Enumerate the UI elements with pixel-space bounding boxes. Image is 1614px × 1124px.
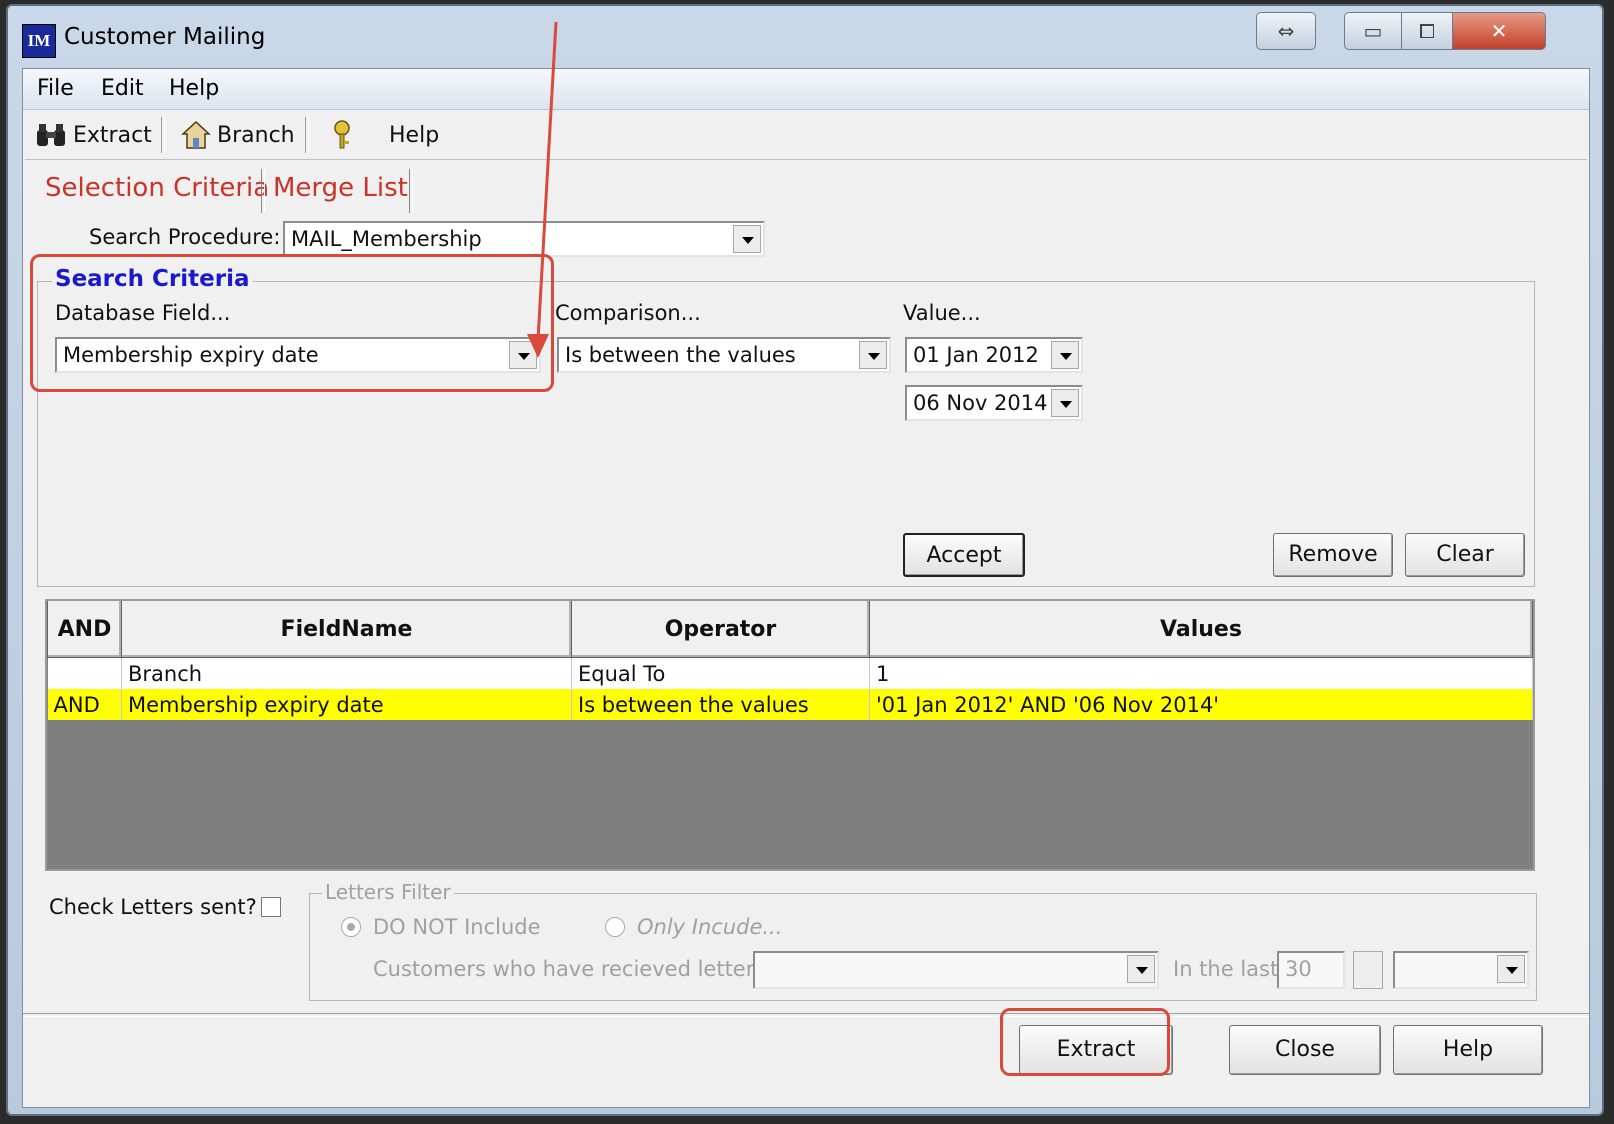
toolbar-separator: [305, 117, 309, 153]
value-to-date: 06 Nov 2014: [913, 391, 1048, 415]
check-letters-checkbox[interactable]: [261, 897, 281, 917]
help-key-icon: [334, 120, 350, 149]
grid-cell-and: AND: [47, 689, 122, 720]
period-unit-dropdown[interactable]: [1393, 951, 1529, 989]
house-icon: [181, 120, 211, 149]
check-letters-label: Check Letters sent?: [49, 895, 257, 919]
maximize-icon: ⧠: [1419, 19, 1435, 43]
value-label: Value...: [903, 301, 981, 325]
toolbar-help-icon-button[interactable]: [329, 119, 355, 151]
toolbar-extract-button[interactable]: Extract: [35, 119, 152, 151]
do-not-include-label: DO NOT Include: [373, 915, 541, 939]
menu-help[interactable]: Help: [169, 76, 219, 101]
table-row-selected[interactable]: AND Membership expiry date Is between th…: [47, 689, 1533, 720]
chevron-down-icon[interactable]: [1051, 341, 1079, 369]
toolbar-help-button[interactable]: Help: [389, 119, 439, 151]
menu-edit[interactable]: Edit: [101, 76, 144, 101]
tab-separator: [409, 169, 413, 213]
comparison-value: Is between the values: [565, 343, 796, 367]
help-button-label: Help: [1442, 1037, 1494, 1062]
only-include-label: Only Incude...: [637, 915, 783, 939]
client-area: File Edit Help Extract Branch Help Selec…: [22, 68, 1590, 1108]
toolbar-separator: [161, 117, 165, 153]
in-the-last-label: In the last: [1173, 957, 1279, 981]
toolbar-branch-button[interactable]: Branch: [181, 119, 295, 151]
value-from-date-picker[interactable]: 01 Jan 2012: [905, 337, 1083, 373]
clear-button-label: Clear: [1436, 542, 1494, 567]
received-letter-label: Customers who have recieved letter...: [373, 957, 773, 981]
table-row[interactable]: Branch Equal To 1: [47, 657, 1533, 689]
grid-cell-operator: Is between the values: [571, 689, 870, 720]
chevron-down-icon[interactable]: [1051, 389, 1079, 417]
do-not-include-radio[interactable]: [341, 917, 361, 937]
menu-bar: File Edit Help: [23, 69, 1589, 110]
close-window-button[interactable]: ✕: [1452, 12, 1546, 50]
grid-cell-fieldname: Branch: [121, 657, 572, 689]
remove-button[interactable]: Remove: [1273, 533, 1393, 577]
menu-file[interactable]: File: [37, 76, 74, 101]
grid-cell-fieldname: Membership expiry date: [121, 689, 572, 720]
window-title: Customer Mailing: [64, 24, 266, 50]
letters-filter-title: Letters Filter: [322, 880, 454, 904]
tab-merge-list[interactable]: Merge List: [273, 173, 408, 203]
received-letter-dropdown[interactable]: [753, 951, 1159, 989]
chevron-down-icon[interactable]: [733, 225, 761, 253]
minimize-button[interactable]: ▭: [1344, 12, 1402, 50]
grid-cell-values: 1: [869, 657, 1533, 689]
chevron-down-icon[interactable]: [1127, 955, 1155, 983]
grid-cell-values: '01 Jan 2012' AND '06 Nov 2014': [869, 689, 1533, 720]
maximize-button[interactable]: ⧠: [1401, 12, 1453, 50]
close-icon: ✕: [1490, 19, 1508, 43]
clear-button[interactable]: Clear: [1405, 533, 1525, 577]
comparison-label: Comparison...: [555, 301, 701, 325]
grid-cell-and: [47, 657, 122, 689]
grid-header-operator[interactable]: Operator: [571, 601, 870, 658]
restore-arrows-button[interactable]: ⇔: [1256, 12, 1316, 50]
double-arrow-icon: ⇔: [1277, 19, 1295, 43]
value-from-date: 01 Jan 2012: [913, 343, 1039, 367]
grid-cell-operator: Equal To: [571, 657, 870, 689]
in-the-last-input[interactable]: 30: [1277, 951, 1345, 989]
customer-mailing-window: IM Customer Mailing ⇔ ▭ ⧠ ✕ File Edit He…: [6, 4, 1604, 1116]
toolbar: Extract Branch Help: [25, 111, 1587, 160]
grid-header-and[interactable]: AND: [47, 601, 122, 658]
toolbar-branch-label: Branch: [217, 122, 295, 148]
tab-selection-criteria[interactable]: Selection Criteria: [45, 173, 269, 203]
only-include-radio[interactable]: [605, 917, 625, 937]
help-button[interactable]: Help: [1393, 1025, 1543, 1075]
search-procedure-label: Search Procedure:: [89, 225, 281, 249]
accept-button-label: Accept: [926, 543, 1002, 568]
minimize-icon: ▭: [1363, 19, 1383, 43]
accept-button[interactable]: Accept: [903, 533, 1025, 577]
binoculars-icon: [37, 124, 65, 146]
chevron-down-icon[interactable]: [859, 341, 887, 369]
extract-button-highlight: [1000, 1008, 1170, 1076]
toolbar-help-label: Help: [389, 122, 440, 148]
in-the-last-value: 30: [1285, 957, 1312, 981]
value-to-date-picker[interactable]: 06 Nov 2014: [905, 385, 1083, 421]
chevron-down-icon[interactable]: [1497, 955, 1525, 983]
grid-header-fieldname[interactable]: FieldName: [121, 601, 572, 658]
close-button[interactable]: Close: [1229, 1025, 1381, 1075]
comparison-dropdown[interactable]: Is between the values: [557, 337, 891, 373]
app-icon: IM: [22, 24, 56, 58]
search-procedure-value: MAIL_Membership: [291, 227, 482, 251]
toolbar-extract-label: Extract: [73, 122, 152, 148]
title-bar[interactable]: IM Customer Mailing ⇔ ▭ ⧠ ✕: [8, 6, 1602, 72]
database-field-highlight: [30, 254, 554, 392]
grid-header-values[interactable]: Values: [869, 601, 1533, 658]
criteria-grid[interactable]: AND FieldName Operator Values Branch Equ…: [45, 599, 1535, 871]
search-procedure-dropdown[interactable]: MAIL_Membership: [283, 221, 765, 257]
tab-separator: [261, 169, 265, 213]
close-button-label: Close: [1275, 1037, 1335, 1062]
in-the-last-spinner[interactable]: [1353, 951, 1383, 989]
remove-button-label: Remove: [1288, 542, 1378, 567]
footer-separator: [23, 1013, 1589, 1017]
